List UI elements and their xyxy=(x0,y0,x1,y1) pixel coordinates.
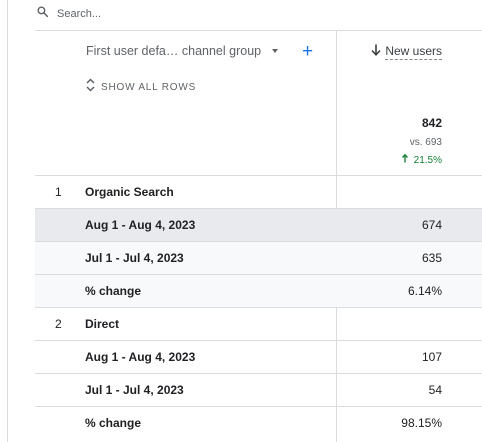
show-all-rows-button[interactable]: SHOW ALL ROWS xyxy=(86,78,196,97)
row-label: Jul 1 - Jul 4, 2023 xyxy=(85,383,184,397)
table-row[interactable]: % change 98.15% xyxy=(35,406,482,439)
metric-comparison: vs. 693 xyxy=(409,137,442,148)
dropdown-caret-icon xyxy=(272,49,279,53)
data-table: 1 Organic Search Aug 1 - Aug 4, 2023 674… xyxy=(35,175,482,439)
dimension-selector[interactable]: First user defa… channel group xyxy=(86,44,279,58)
metric-total: 842 xyxy=(421,116,442,130)
row-index: 1 xyxy=(55,185,62,199)
row-label: % change xyxy=(85,416,142,430)
row-value: 635 xyxy=(421,251,442,265)
add-dimension-button[interactable]: + xyxy=(302,42,313,62)
row-label: Aug 1 - Aug 4, 2023 xyxy=(85,350,196,364)
table-row[interactable]: Jul 1 - Jul 4, 2023 635 xyxy=(35,241,482,274)
row-value: 6.14% xyxy=(407,284,442,298)
row-value: 107 xyxy=(421,350,442,364)
row-label: % change xyxy=(85,284,142,298)
search-bar[interactable] xyxy=(36,3,257,25)
row-value: 674 xyxy=(421,218,442,232)
metric-change-value: 21.5% xyxy=(413,155,442,166)
row-value: 98.15% xyxy=(401,416,442,430)
table-row-group[interactable]: 1 Organic Search xyxy=(35,175,482,208)
search-input[interactable] xyxy=(57,8,257,20)
show-all-rows-label: SHOW ALL ROWS xyxy=(101,82,197,93)
metric-change: 21.5% xyxy=(401,153,442,166)
sort-arrow-down-icon xyxy=(371,43,381,61)
table-row-group[interactable]: 2 Direct xyxy=(35,307,482,340)
table-row[interactable]: % change 6.14% xyxy=(35,274,482,307)
metric-label: New users xyxy=(385,44,442,60)
row-label: Jul 1 - Jul 4, 2023 xyxy=(85,251,184,265)
search-icon xyxy=(36,5,49,23)
arrow-up-icon xyxy=(401,153,411,166)
row-value: 54 xyxy=(428,383,442,397)
left-border xyxy=(7,0,8,442)
row-label: Organic Search xyxy=(85,185,174,199)
table-row[interactable]: Aug 1 - Aug 4, 2023 107 xyxy=(35,340,482,373)
table-row[interactable]: Jul 1 - Jul 4, 2023 54 xyxy=(35,373,482,406)
row-label: Direct xyxy=(85,317,120,331)
expand-collapse-icon xyxy=(86,78,95,97)
row-index: 2 xyxy=(55,317,62,331)
dimension-label: First user defa… channel group xyxy=(86,44,262,58)
metric-column-header[interactable]: New users xyxy=(371,43,442,61)
row-label: Aug 1 - Aug 4, 2023 xyxy=(85,218,196,232)
table-row[interactable]: Aug 1 - Aug 4, 2023 674 xyxy=(35,208,482,241)
search-underline xyxy=(35,30,482,31)
